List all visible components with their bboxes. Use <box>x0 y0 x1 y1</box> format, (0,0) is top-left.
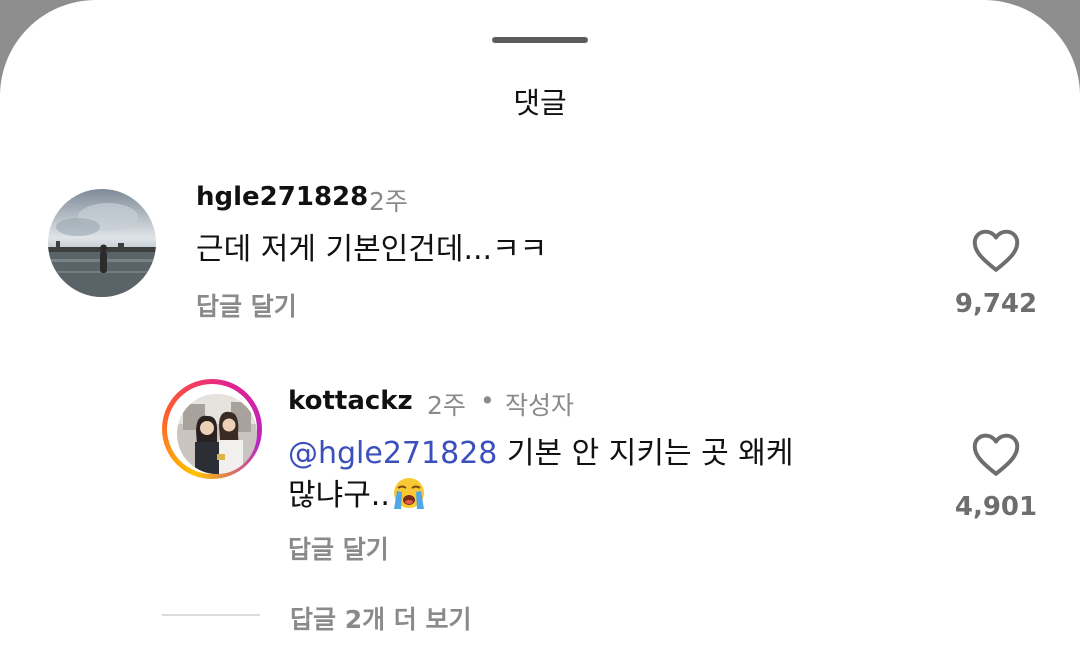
reply-button[interactable]: 답글 달기 <box>196 287 297 323</box>
view-more-replies[interactable]: 답글 2개 더 보기 <box>290 600 472 636</box>
reply-time: 2주 <box>427 391 466 420</box>
mention-link[interactable]: @hgle271828 <box>288 436 497 471</box>
like-count: 4,901 <box>954 492 1038 522</box>
story-ring-gap <box>167 384 257 474</box>
comments-sheet: 댓글 hgle271828 2주 근데 저게 기본인건데...ㅋㅋ 답글 달기 … <box>0 0 1080 661</box>
heart-icon[interactable] <box>971 227 1021 273</box>
comment-time: 2주 <box>369 187 408 216</box>
avatar-photo <box>48 189 156 297</box>
loudly-crying-face-icon <box>393 478 424 509</box>
divider-line <box>162 614 260 616</box>
drag-handle[interactable] <box>492 37 588 43</box>
reply-text: 기본 안 지키는 곳 왜케 <box>497 436 794 471</box>
reply-text-cont: 많냐구.. <box>288 478 390 513</box>
comment-username[interactable]: hgle271828 <box>196 182 368 212</box>
meta-separator: • <box>480 386 495 415</box>
reply-text-line1: @hgle271828 기본 안 지키는 곳 왜케 <box>288 432 793 476</box>
reply-username[interactable]: kottackz <box>288 386 413 416</box>
avatar[interactable] <box>48 189 156 297</box>
sheet-title: 댓글 <box>513 86 567 120</box>
reply-button[interactable]: 답글 달기 <box>288 530 389 566</box>
avatar[interactable] <box>177 394 257 474</box>
avatar-photo <box>177 394 257 474</box>
heart-icon[interactable] <box>971 431 1021 477</box>
like-count: 9,742 <box>954 289 1038 319</box>
comment-text: 근데 저게 기본인건데...ㅋㅋ <box>196 232 548 267</box>
story-ring[interactable] <box>162 379 262 479</box>
reply-text-line2: 많냐구.. <box>288 474 428 518</box>
author-badge: 작성자 <box>505 391 575 420</box>
